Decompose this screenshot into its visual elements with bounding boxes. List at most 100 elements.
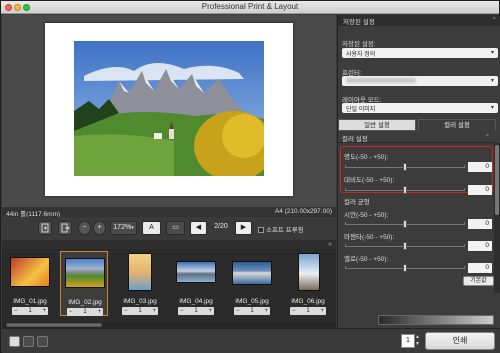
copies-stepper[interactable]: − 1 +	[178, 307, 214, 315]
thumbnail-strip: IMG_01.jpg − 1 + IMG_02.jpg − 1 + IMG_03.jpg…	[2, 249, 336, 323]
decrement-button[interactable]: −	[236, 308, 240, 314]
view-split-button[interactable]	[23, 336, 34, 347]
chevron-down-icon: ▾	[490, 105, 494, 111]
thumbnail-item-selected[interactable]: IMG_02.jpg − 1 +	[60, 251, 108, 316]
thumbnail-image	[10, 257, 50, 287]
increment-button[interactable]: +	[42, 308, 46, 314]
page-icon: ▭	[172, 224, 179, 231]
window-title: Professional Print & Layout	[201, 2, 299, 11]
printer-name-redacted	[346, 78, 416, 83]
decrement-button[interactable]: −	[292, 308, 296, 314]
text-tool-label: A	[149, 224, 154, 231]
next-page-button[interactable]: ▶	[235, 221, 252, 235]
thumbnail-image	[65, 258, 105, 288]
tab-basic-settings[interactable]: 일반 설정	[338, 119, 416, 131]
brightness-value-input[interactable]: 0	[468, 162, 492, 172]
brightness-slider-handle[interactable]	[403, 163, 407, 171]
contrast-value-input[interactable]: 0	[468, 185, 492, 195]
thumbnail-collapse-bar[interactable]: »	[2, 241, 336, 249]
view-thumbnails-button[interactable]	[37, 336, 48, 347]
document-export-icon	[61, 223, 70, 233]
print-button[interactable]: 인쇄	[425, 332, 495, 350]
text-tool-button[interactable]: A	[142, 221, 161, 235]
checkbox-box[interactable]	[258, 227, 264, 233]
printer-select[interactable]: ▾	[342, 76, 498, 86]
page-setup-button[interactable]: ▭	[166, 221, 185, 235]
copies-value: 1	[138, 308, 142, 314]
thumbnail-name: IMG_02.jpg	[68, 299, 102, 306]
saved-settings-select[interactable]: 사용자 정의 ▾	[342, 48, 498, 58]
preview-photo[interactable]	[74, 41, 264, 176]
brightness-label: 명도(-50 - +50):	[344, 154, 389, 161]
chevron-up-icon[interactable]: ⌃	[485, 133, 490, 141]
page-indicator: 2/20	[214, 223, 228, 230]
zoom-level-value: 172%	[113, 224, 132, 231]
export-image-button[interactable]	[58, 221, 72, 235]
view-preview-button[interactable]	[9, 336, 20, 347]
saved-settings-header[interactable]: 저장된 설정 ⌃	[338, 15, 500, 26]
decrement-button[interactable]: −	[69, 309, 73, 315]
copies-input[interactable]: 1	[401, 334, 415, 348]
zoom-in-button[interactable]: +	[93, 221, 106, 235]
color-settings-header[interactable]: 컬러 설정 ⌃	[338, 132, 494, 143]
increment-button[interactable]: +	[97, 309, 101, 315]
default-button[interactable]: 기본값	[463, 276, 494, 286]
yellow-slider-handle[interactable]	[403, 264, 407, 272]
previous-page-button[interactable]: ◀	[190, 221, 207, 235]
thumbnail-image	[128, 253, 152, 291]
increment-button[interactable]: +	[152, 308, 156, 314]
copies-stepper[interactable]: ▲ ▼	[415, 334, 420, 348]
app-window: Professional Print & Layout 44in 롤(1117.…	[0, 0, 500, 353]
copies-stepper[interactable]: − 1 +	[67, 308, 103, 316]
arrow-right-icon: ▶	[240, 224, 247, 231]
zoom-level-select[interactable]: 172%▾	[110, 221, 137, 235]
page-size: A4 (210.00x297.00)	[274, 208, 332, 215]
settings-tabs: 일반 설정 컬러 설정	[338, 119, 500, 132]
decrement-button[interactable]: −	[14, 308, 18, 314]
thumbnail-item[interactable]: IMG_04.jpg − 1 +	[172, 251, 220, 316]
thumbnail-name: IMG_05.jpg	[235, 298, 269, 305]
import-image-button[interactable]	[38, 221, 52, 235]
layout-mode-select[interactable]: 단일 이미지 ▾	[342, 103, 498, 113]
chevron-up-icon[interactable]: ⌃	[492, 16, 497, 24]
increment-button[interactable]: +	[320, 308, 324, 314]
magenta-slider-handle[interactable]	[403, 242, 407, 250]
saved-settings-value: 사용자 정의	[346, 52, 376, 58]
thumbnail-item[interactable]: IMG_06.jpg − 1 +	[284, 251, 332, 316]
bottom-bar: 1 ▲ ▼ 인쇄	[2, 328, 500, 353]
settings-scrollbar[interactable]	[494, 143, 500, 293]
yellow-value-input[interactable]: 0	[468, 263, 492, 273]
copies-stepper[interactable]: − 1 +	[234, 307, 270, 315]
thumbnail-image	[298, 253, 320, 291]
contrast-slider-handle[interactable]	[403, 186, 407, 194]
magenta-value-input[interactable]: 0	[468, 241, 492, 251]
copies-stepper[interactable]: − 1 +	[290, 307, 326, 315]
scrollbar-thumb[interactable]	[6, 323, 102, 327]
thumbnail-item[interactable]: IMG_01.jpg − 1 +	[6, 251, 54, 316]
chevron-down-icon: ▾	[490, 50, 494, 56]
saved-settings-label: 저장된 설정:	[342, 41, 376, 48]
increment-button[interactable]: +	[208, 308, 212, 314]
scrollbar-thumb[interactable]	[495, 145, 499, 215]
arrow-left-icon: ◀	[195, 224, 202, 231]
double-chevron-down-icon[interactable]: »	[328, 241, 332, 248]
decrement-button[interactable]: −	[124, 308, 128, 314]
paper-info-bar: 44in 롤(1117.6mm) A4 (210.00x297.00)	[2, 207, 336, 218]
copies-value: 1	[250, 308, 254, 314]
tab-color-settings[interactable]: 컬러 설정	[418, 119, 496, 131]
color-settings-title: 컬러 설정	[342, 136, 368, 143]
copies-stepper[interactable]: − 1 +	[12, 307, 48, 315]
copies-value: 1	[83, 309, 87, 315]
yellow-label: 옐로(-50 - +50):	[344, 256, 389, 263]
soft-proof-checkbox[interactable]: 소프트 프루핑	[258, 224, 304, 234]
cyan-value-input[interactable]: 0	[468, 219, 492, 229]
chevron-down-icon: ▾	[490, 78, 494, 84]
title-bar: Professional Print & Layout	[1, 1, 499, 14]
thumbnail-item[interactable]: IMG_05.jpg − 1 +	[228, 251, 276, 316]
increment-button[interactable]: +	[264, 308, 268, 314]
zoom-out-button[interactable]: −	[78, 221, 91, 235]
thumbnail-item[interactable]: IMG_03.jpg − 1 +	[116, 251, 164, 316]
cyan-slider-handle[interactable]	[403, 220, 407, 228]
decrement-button[interactable]: −	[180, 308, 184, 314]
copies-stepper[interactable]: − 1 +	[122, 307, 158, 315]
